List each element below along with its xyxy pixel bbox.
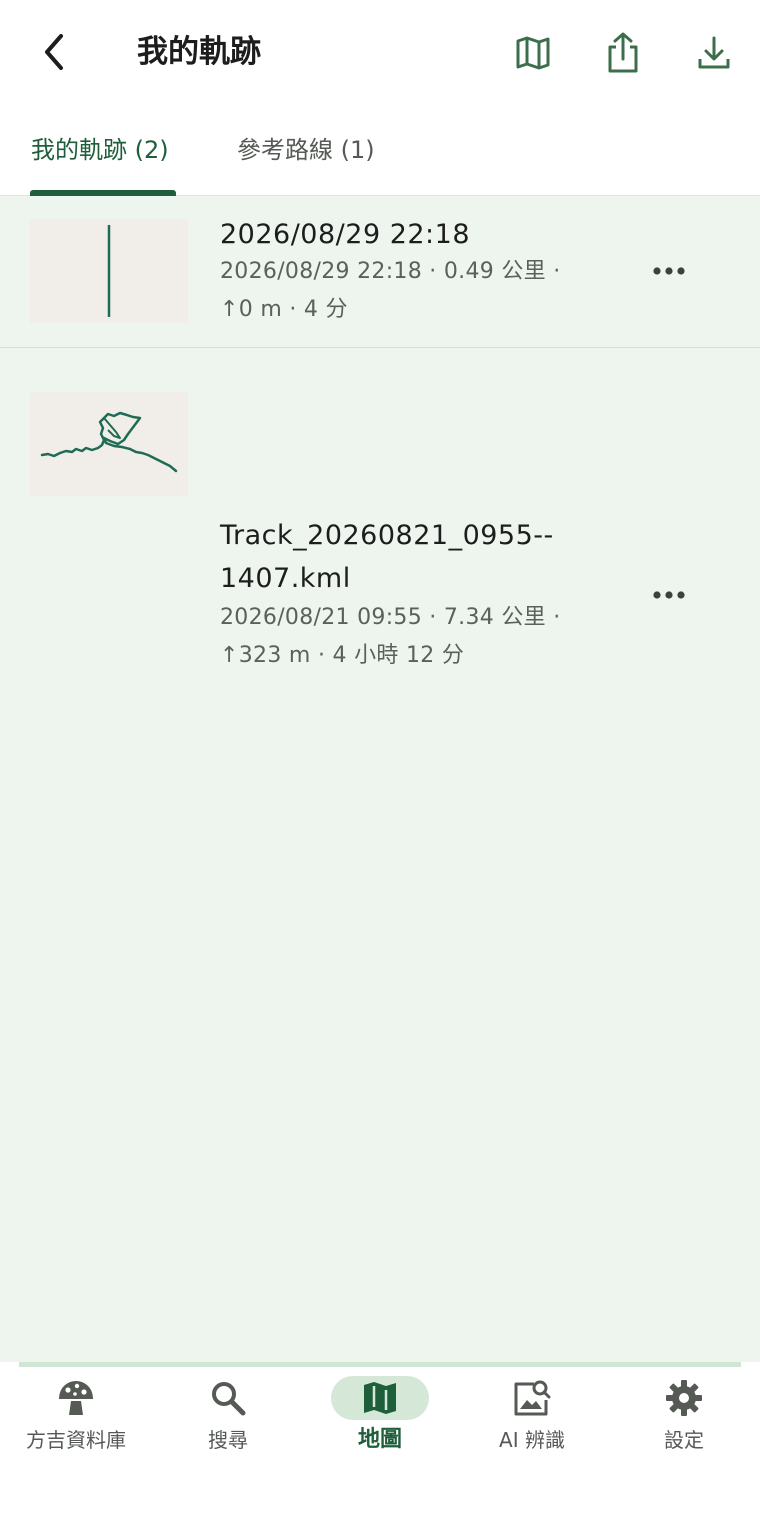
- track-thumbnail: [30, 219, 188, 323]
- track-meta-line-2: ↑323 m · 4 小時 12 分: [220, 643, 465, 668]
- more-horizontal-icon: [653, 591, 685, 599]
- bottom-navigation: 方吉資料庫 搜尋 地圖 AI 辨識 設定: [0, 1362, 760, 1535]
- nav-label: 設定: [664, 1428, 704, 1452]
- tab-reference-routes[interactable]: 參考路線 (1): [237, 130, 375, 170]
- nav-item-ai-identify[interactable]: AI 辨識: [467, 1376, 597, 1466]
- track-row[interactable]: Track_20260821_0955-- 1407.kml 2026/08/2…: [0, 348, 760, 668]
- track-name-line-1: Track_20260821_0955--: [220, 520, 554, 551]
- back-arrow-icon: [45, 34, 63, 70]
- share-icon: [608, 32, 638, 73]
- image-search-icon: [483, 1376, 581, 1420]
- map-view-button[interactable]: [510, 30, 556, 76]
- nav-item-settings[interactable]: 設定: [619, 1376, 749, 1466]
- more-horizontal-icon: [653, 267, 685, 275]
- track-meta-line-1: 2026/08/29 22:18 · 0.49 公里 ·: [220, 259, 561, 284]
- page-title: 我的軌跡: [137, 34, 261, 70]
- bottom-bar-accent-line: [19, 1362, 741, 1367]
- header: 我的軌跡 我的軌跡 (2) 參考路線 (1): [0, 0, 760, 196]
- nav-label: 方吉資料庫: [26, 1428, 126, 1452]
- map-icon: [516, 36, 550, 70]
- track-name: 2026/08/29 22:18: [220, 219, 471, 250]
- track-name-line-2: 1407.kml: [220, 563, 351, 594]
- nav-item-map[interactable]: 地圖: [315, 1376, 445, 1466]
- nav-label: 搜尋: [208, 1428, 248, 1452]
- nav-label: 地圖: [357, 1427, 402, 1452]
- nav-label: AI 辨識: [499, 1428, 565, 1452]
- track-list: 2026/08/29 22:18 2026/08/29 22:18 · 0.49…: [0, 197, 760, 668]
- track-row[interactable]: 2026/08/29 22:18 2026/08/29 22:18 · 0.49…: [0, 197, 760, 348]
- track-more-button[interactable]: [645, 251, 693, 291]
- track-meta-line-2: ↑0 m · 4 分: [220, 297, 348, 322]
- back-button[interactable]: [30, 28, 78, 76]
- mushroom-icon: [27, 1376, 125, 1420]
- nav-item-search[interactable]: 搜尋: [163, 1376, 293, 1466]
- download-button[interactable]: [691, 30, 737, 76]
- tab-my-tracks[interactable]: 我的軌跡 (2): [31, 130, 169, 170]
- track-more-button[interactable]: [645, 575, 693, 615]
- active-tab-indicator: [30, 190, 176, 196]
- track-meta-line-1: 2026/08/21 09:55 · 7.34 公里 ·: [220, 605, 561, 630]
- share-button[interactable]: [600, 30, 646, 76]
- nav-item-database[interactable]: 方吉資料庫: [11, 1376, 141, 1466]
- download-icon: [698, 36, 730, 69]
- map-icon: [331, 1376, 429, 1420]
- gear-icon: [635, 1376, 733, 1420]
- search-icon: [179, 1376, 277, 1420]
- track-thumbnail: [30, 392, 188, 496]
